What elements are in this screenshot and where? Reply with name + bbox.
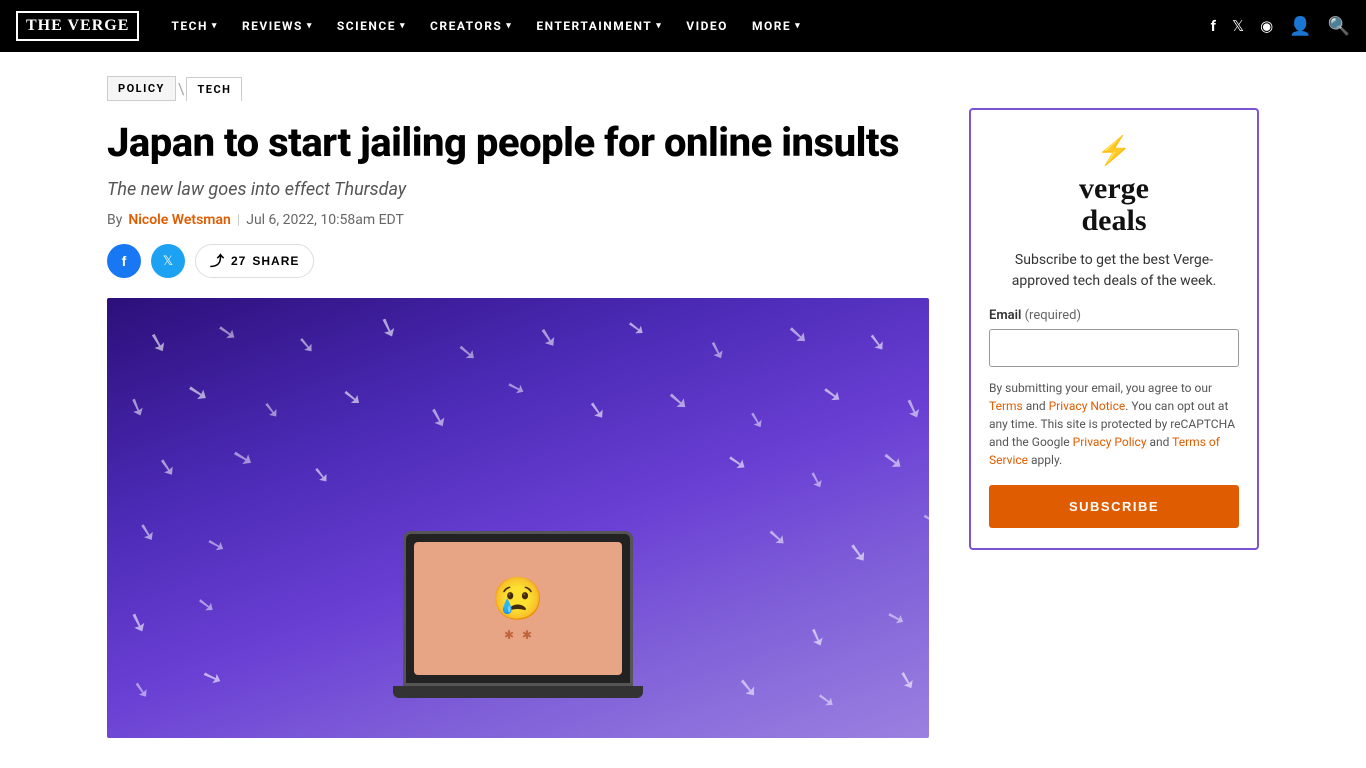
account-icon[interactable]: 👤 — [1289, 16, 1311, 37]
laptop-graphic: 😢 ✱✱ — [403, 531, 633, 698]
share-label: SHARE — [252, 254, 299, 268]
nav-item-tech[interactable]: Tech ▾ — [159, 0, 230, 52]
privacy-policy-link[interactable]: Privacy Policy — [1073, 435, 1147, 449]
email-input[interactable] — [989, 329, 1239, 367]
article-subtitle: The new law goes into effect Thursday — [107, 179, 929, 200]
nav-item-creators[interactable]: Creators ▾ — [418, 0, 524, 52]
nav-item-video[interactable]: Video — [674, 0, 740, 52]
deals-logo-text: verge deals — [1079, 173, 1149, 236]
chevron-down-icon: ▾ — [400, 21, 406, 31]
chevron-down-icon: ▾ — [656, 21, 662, 31]
article-image: ➘ ➘ ➘ ➘ ➘ ➘ ➘ ➘ ➘ ➘ ➘ ➘ ➘ ➘ ➘ ➘ ➘ ➘ ➘ ➘ — [107, 298, 929, 738]
share-count: 27 — [231, 254, 246, 268]
chevron-down-icon: ▾ — [795, 21, 801, 31]
article-date: Jul 6, 2022, 10:58am EDT — [246, 212, 404, 228]
chevron-down-icon: ▾ — [307, 21, 313, 31]
navbar: THE VERGE Tech ▾ Reviews ▾ Science ▾ Cre… — [0, 0, 1366, 52]
facebook-share-button[interactable]: f — [107, 244, 141, 278]
nav-item-entertainment[interactable]: Entertainment ▾ — [524, 0, 674, 52]
breadcrumb: Policy \ Tech — [107, 76, 929, 101]
nav-item-reviews[interactable]: Reviews ▾ — [230, 0, 325, 52]
nav-item-science[interactable]: Science ▾ — [325, 0, 418, 52]
subscribe-button[interactable]: SUBSCRIBE — [989, 485, 1239, 528]
deals-lightning-icon: ⚡ — [1097, 134, 1132, 167]
article-title: Japan to start jailing people for online… — [107, 121, 929, 165]
article-meta: By Nicole Wetsman | Jul 6, 2022, 10:58am… — [107, 212, 929, 228]
email-label: Email (required) — [989, 308, 1239, 323]
terms-link[interactable]: Terms — [989, 399, 1023, 413]
nav-items: Tech ▾ Reviews ▾ Science ▾ Creators ▾ En… — [159, 0, 1210, 52]
facebook-icon[interactable]: f — [1211, 17, 1216, 35]
breadcrumb-separator: \ — [176, 79, 187, 98]
breadcrumb-tech[interactable]: Tech — [186, 77, 242, 101]
author-link[interactable]: Nicole Wetsman — [128, 212, 230, 228]
logo[interactable]: THE VERGE — [16, 11, 139, 41]
deals-description: Subscribe to get the best Verge-approved… — [989, 250, 1239, 292]
consent-text: By submitting your email, you agree to o… — [989, 379, 1239, 469]
share-bar: f 𝕏 ⤴ 27 SHARE — [107, 244, 929, 278]
search-icon[interactable]: 🔍 — [1328, 16, 1350, 37]
chevron-down-icon: ▾ — [212, 21, 218, 31]
privacy-notice-link[interactable]: Privacy Notice — [1049, 399, 1126, 413]
deals-box: ⚡ verge deals Subscribe to get the best … — [969, 108, 1259, 550]
share-button[interactable]: ⤴ 27 SHARE — [195, 244, 314, 278]
nav-right-icons: f 𝕏 ◉ 👤 🔍 — [1211, 16, 1350, 37]
chevron-down-icon: ▾ — [506, 21, 512, 31]
rss-icon[interactable]: ◉ — [1260, 17, 1273, 35]
twitter-icon[interactable]: 𝕏 — [1232, 17, 1244, 35]
nav-item-more[interactable]: More ▾ — [740, 0, 813, 52]
share-icon: ⤴ — [210, 251, 225, 271]
deals-logo-area: ⚡ verge deals — [989, 134, 1239, 236]
breadcrumb-policy[interactable]: Policy — [107, 76, 176, 101]
twitter-share-button[interactable]: 𝕏 — [151, 244, 185, 278]
